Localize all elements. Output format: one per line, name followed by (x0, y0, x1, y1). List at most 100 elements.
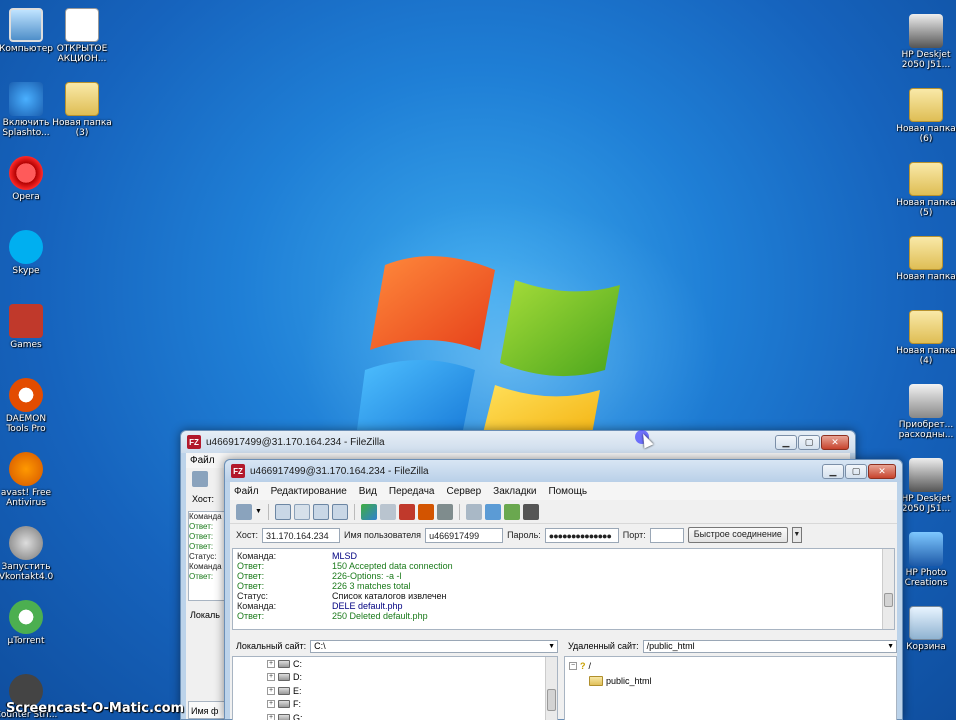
tree-item-label: / (588, 660, 592, 671)
host-input[interactable]: 31.170.164.234 (262, 527, 341, 543)
disconnect-icon[interactable] (417, 503, 434, 520)
desktop-icon[interactable]: Запустить Vkontakt4.0 (0, 526, 58, 582)
desktop-icon[interactable]: HP Photo Creations (894, 532, 956, 588)
desktop-icon-label: ОТКРЫТОЕ АКЦИОН... (56, 44, 108, 64)
title-bar[interactable]: FZ u466917499@31.170.164.234 - FileZilla… (181, 431, 855, 453)
folder-icon (909, 88, 943, 122)
expand-icon[interactable]: + (267, 700, 275, 708)
desktop-icon[interactable]: ОТКРЫТОЕ АКЦИОН... (50, 8, 114, 64)
quickconnect-button[interactable]: Быстрое соединение (687, 527, 788, 543)
desktop-icon[interactable]: HP Deskjet 2050 J51... (894, 14, 956, 70)
vkontakte-icon (9, 526, 43, 560)
log-row-message: MLSD (332, 551, 358, 561)
tree-item-drive[interactable]: + E: (267, 684, 302, 697)
log-row-type: Ответ: (237, 581, 265, 591)
desktop-icon[interactable]: Новая папка (4) (894, 310, 956, 366)
toolbar-separator (458, 503, 460, 520)
desktop-icon[interactable]: Skype (0, 230, 58, 276)
desktop-icon[interactable]: Приобрет... расходны... (894, 384, 956, 440)
site-manager-icon[interactable] (192, 471, 208, 487)
remote-path-input[interactable]: /public_html ▼ (642, 639, 897, 653)
window-title: u466917499@31.170.164.234 - FileZilla (206, 436, 385, 448)
log-scrollbar[interactable] (882, 549, 894, 629)
quickconnect-history-dropdown[interactable]: ▼ (791, 527, 802, 543)
menu-item[interactable]: Файл (234, 486, 259, 497)
compare-directories-icon[interactable] (503, 503, 520, 520)
chevron-down-icon[interactable]: ▼ (887, 641, 894, 652)
close-button[interactable]: ✕ (821, 434, 849, 450)
local-path-input[interactable]: C:\ ▼ (310, 639, 558, 653)
site-manager-dropdown-icon[interactable]: ▼ (255, 508, 262, 515)
expand-icon[interactable]: + (267, 659, 275, 668)
local-site-bar: Локальный сайт: C:\ ▼ (232, 638, 558, 654)
password-input[interactable]: ●●●●●●●●●●●●●● (544, 527, 619, 543)
toggle-log-icon[interactable] (274, 503, 291, 520)
menu-item[interactable]: Редактирование (271, 486, 347, 497)
process-queue-icon[interactable] (379, 503, 396, 520)
menu-item[interactable]: Передача (389, 486, 435, 497)
toggle-remote-tree-icon[interactable] (312, 503, 329, 520)
maximize-button[interactable]: ▢ (798, 434, 820, 450)
expand-icon[interactable]: + (267, 686, 275, 695)
menu-item[interactable]: Помощь (548, 486, 587, 497)
desktop-icon[interactable]: Games (0, 304, 58, 350)
tree-item-drive[interactable]: + C: (267, 657, 302, 670)
cancel-operation-icon[interactable] (398, 503, 415, 520)
tree-item-label: E: (293, 685, 302, 696)
site-manager-icon[interactable] (236, 503, 252, 520)
desktop-icon[interactable]: HP Deskjet 2050 J51... (894, 458, 956, 514)
maximize-button[interactable]: ▢ (845, 463, 867, 479)
username-input[interactable]: u466917499 (425, 527, 504, 543)
menu-item[interactable]: Закладки (493, 486, 536, 497)
desktop-icon[interactable]: Новая папка (3) (50, 82, 114, 138)
desktop-icon[interactable]: DAEMON Tools Pro (0, 378, 58, 434)
desktop-icon[interactable]: Новая папка (5) (894, 162, 956, 218)
tree-item-public-html[interactable]: public_html (589, 674, 652, 687)
menu-item[interactable]: Сервер (446, 486, 481, 497)
desktop-icon[interactable]: Новая папка (894, 236, 956, 282)
message-log: Команда: MLSD Ответ: 150 Accepted data conn… (232, 548, 895, 630)
refresh-icon[interactable] (360, 503, 377, 520)
close-button[interactable]: ✕ (868, 463, 896, 479)
folder-icon (589, 675, 603, 686)
tree-item-label: D: (293, 672, 302, 682)
folder-icon (909, 236, 943, 270)
opera-icon (9, 156, 43, 190)
tree-item-root[interactable]: − ? / (569, 659, 591, 672)
local-tree-scrollbar-thumb[interactable] (547, 689, 556, 711)
toggle-local-tree-icon[interactable] (293, 503, 310, 520)
recycle-bin-icon (909, 606, 943, 640)
collapse-icon[interactable]: − (569, 661, 577, 670)
desktop-icon[interactable]: Opera (0, 156, 58, 202)
title-bar[interactable]: FZ u466917499@31.170.164.234 - FileZilla… (225, 460, 902, 482)
desktop-icon[interactable]: Корзина (894, 606, 956, 652)
chevron-down-icon[interactable]: ▼ (548, 641, 555, 652)
filter-icon[interactable] (465, 503, 482, 520)
tree-item-drive[interactable]: + G: (267, 711, 303, 720)
tree-item-drive[interactable]: + D: (267, 671, 302, 684)
drive-icon (278, 686, 290, 695)
name-column-header[interactable]: Имя ф (188, 701, 228, 719)
minimize-button[interactable]: ▁ (822, 463, 844, 479)
expand-icon[interactable]: + (267, 713, 275, 720)
username-label: Имя пользователя (344, 530, 422, 540)
reconnect-icon[interactable] (436, 503, 453, 520)
filezilla-window[interactable]: FZ u466917499@31.170.164.234 - FileZilla… (224, 459, 903, 720)
desktop-icon[interactable]: avast! Free Antivirus (0, 452, 58, 508)
desktop-icon[interactable]: µTorrent (0, 600, 58, 646)
sync-browsing-icon[interactable] (484, 503, 501, 520)
local-tree-scrollbar[interactable] (545, 657, 557, 720)
daemon-tools-icon (9, 378, 43, 412)
drive-icon (278, 700, 290, 708)
expand-icon[interactable]: + (267, 673, 275, 681)
log-scrollbar-thumb[interactable] (884, 593, 893, 607)
desktop-icon-label: DAEMON Tools Pro (5, 414, 47, 434)
menu-item[interactable]: Вид (359, 486, 377, 497)
minimize-button[interactable]: ▁ (775, 434, 797, 450)
toggle-queue-icon[interactable] (331, 503, 348, 520)
desktop-icon[interactable]: Новая папка (6) (894, 88, 956, 144)
desktop-icon-label: Корзина (906, 642, 946, 652)
port-input[interactable] (649, 527, 684, 543)
search-files-icon[interactable] (522, 503, 539, 520)
tree-item-drive[interactable]: + F: (267, 698, 301, 711)
